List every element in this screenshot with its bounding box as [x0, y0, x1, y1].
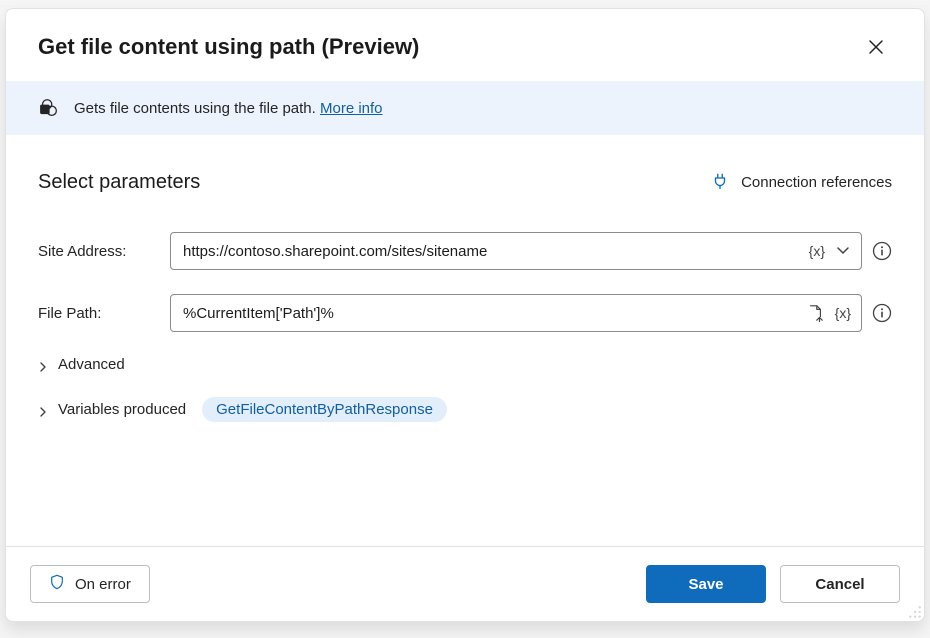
info-banner: S Gets file contents using the file path…	[6, 81, 924, 135]
section-heading: Select parameters	[38, 171, 200, 194]
info-icon	[872, 303, 892, 323]
action-dialog: Get file content using path (Preview) S …	[5, 8, 925, 622]
site-address-label: Site Address:	[38, 243, 160, 260]
dialog-header: Get file content using path (Preview)	[6, 9, 924, 81]
advanced-expander[interactable]: Advanced	[38, 356, 892, 373]
resize-grip-icon[interactable]	[908, 605, 922, 619]
site-address-row: Site Address: {x}	[38, 232, 892, 270]
file-arrow-icon	[806, 304, 824, 322]
banner-text: Gets file contents using the file path. …	[74, 100, 383, 117]
variable-chip[interactable]: GetFileContentByPathResponse	[202, 397, 447, 422]
file-path-info-button[interactable]	[872, 303, 892, 323]
close-button[interactable]	[860, 31, 892, 63]
chevron-down-icon	[835, 242, 851, 258]
save-button[interactable]: Save	[646, 565, 766, 603]
site-address-dropdown-button[interactable]	[835, 242, 853, 260]
dialog-title: Get file content using path (Preview)	[38, 34, 419, 60]
more-info-link[interactable]: More info	[320, 100, 383, 117]
close-icon	[868, 39, 884, 55]
cancel-button[interactable]: Cancel	[780, 565, 900, 603]
site-address-input-container: {x}	[170, 232, 862, 270]
site-address-info-button[interactable]	[872, 241, 892, 261]
chevron-right-icon	[38, 404, 50, 416]
variables-produced-expander[interactable]: Variables produced GetFileContentByPathR…	[38, 397, 892, 422]
variable-token-button[interactable]: {x}	[807, 243, 827, 259]
connection-references-label: Connection references	[741, 174, 892, 191]
section-header-row: Select parameters Connection references	[38, 171, 892, 194]
sharepoint-icon: S	[38, 97, 60, 119]
file-picker-button[interactable]	[805, 303, 825, 323]
file-path-input[interactable]	[183, 305, 805, 322]
connection-references-button[interactable]: Connection references	[711, 172, 892, 194]
file-path-label: File Path:	[38, 305, 160, 322]
info-icon	[872, 241, 892, 261]
dialog-footer: On error Save Cancel	[6, 546, 924, 621]
file-path-input-container: {x}	[170, 294, 862, 332]
file-path-row: File Path: {x}	[38, 294, 892, 332]
variable-token-button[interactable]: {x}	[833, 305, 853, 321]
chevron-right-icon	[38, 359, 50, 371]
plug-icon	[711, 172, 729, 194]
variables-produced-label: Variables produced	[58, 401, 186, 418]
on-error-button[interactable]: On error	[30, 565, 150, 603]
shield-icon	[49, 574, 65, 594]
dialog-content: Select parameters Connection references …	[6, 135, 924, 546]
on-error-label: On error	[75, 576, 131, 593]
advanced-label: Advanced	[58, 356, 125, 373]
svg-text:S: S	[43, 107, 47, 114]
site-address-input[interactable]	[183, 243, 807, 260]
